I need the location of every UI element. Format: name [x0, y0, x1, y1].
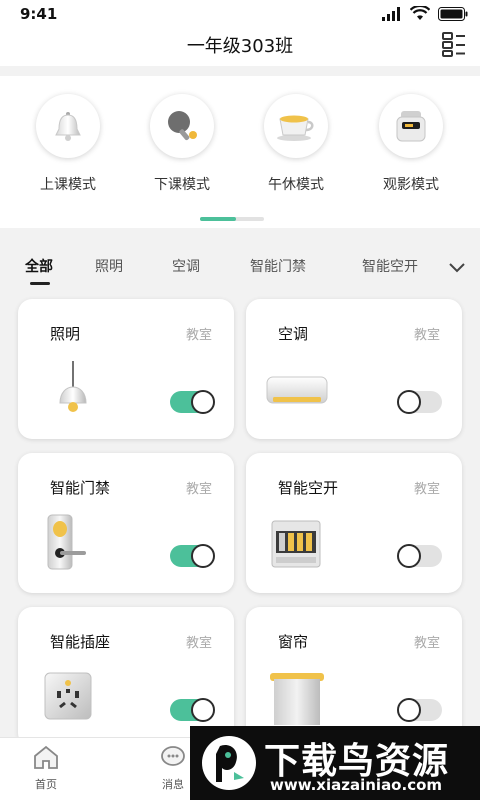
mode-nap[interactable]: 午休模式 [246, 94, 346, 194]
bird-logo-icon [202, 736, 256, 790]
device-room: 教室 [185, 328, 212, 343]
status-time: 9:41 [20, 5, 58, 23]
home-icon [34, 745, 58, 769]
device-card-access-control[interactable]: 智能门禁 教室 [18, 453, 234, 593]
signal-icon [382, 6, 400, 21]
bell-icon [55, 112, 81, 141]
wifi-icon [410, 6, 430, 20]
nav-label: 首页 [35, 778, 57, 791]
mode-label: 下课模式 [154, 177, 210, 193]
mode-label: 上课模式 [40, 177, 96, 193]
device-toggle[interactable] [170, 390, 215, 414]
watermark-url: www.xiazainiao.com [270, 776, 443, 794]
projector-icon [396, 111, 426, 142]
chevron-down-icon [449, 263, 465, 273]
device-name: 智能门禁 [50, 479, 111, 497]
mode-circle [150, 94, 214, 158]
message-icon [161, 746, 185, 766]
tab-lighting[interactable]: 照明 [95, 256, 123, 276]
page-indicator-active [200, 217, 236, 221]
circuit-breaker-icon [271, 520, 321, 568]
mode-circle [264, 94, 328, 158]
device-toggle[interactable] [397, 544, 442, 568]
device-card-air-conditioner[interactable]: 空调 教室 [246, 299, 462, 439]
mode-movie[interactable]: 观影模式 [361, 94, 461, 194]
nav-home[interactable]: 首页 [16, 744, 76, 792]
status-icons [382, 6, 468, 21]
device-toggle[interactable] [397, 390, 442, 414]
toggle-knob [397, 544, 421, 568]
device-room: 教室 [413, 328, 440, 343]
app-header: 一年级303班 [0, 28, 480, 66]
tabs-expand-button[interactable] [446, 258, 468, 276]
device-toggle[interactable] [170, 698, 215, 722]
tab-underline [30, 282, 50, 285]
category-tabs: 全部 照明 空调 智能门禁 智能空开 [0, 244, 480, 288]
page-indicator [200, 217, 264, 221]
device-card-lighting[interactable]: 照明 教室 [18, 299, 234, 439]
page-title: 一年级303班 [186, 36, 294, 57]
device-room: 教室 [185, 636, 212, 651]
mode-label: 午休模式 [268, 177, 324, 193]
tab-all[interactable]: 全部 [25, 256, 53, 276]
mode-panel: 上课模式 下课模式 午休模式 观影模式 [0, 76, 480, 228]
menu-button[interactable] [440, 30, 468, 58]
mode-circle [379, 94, 443, 158]
tab-air-conditioner[interactable]: 空调 [172, 256, 200, 276]
mode-class[interactable]: 上课模式 [18, 94, 118, 194]
device-name: 智能插座 [50, 633, 111, 651]
door-lock-icon [47, 514, 86, 570]
toggle-knob [397, 390, 421, 414]
mode-circle [36, 94, 100, 158]
list-menu-icon [442, 32, 465, 57]
pendant-lamp-icon [59, 361, 87, 412]
status-bar: 9:41 [0, 0, 480, 28]
tab-smart-breaker[interactable]: 智能空开 [362, 256, 418, 276]
curtain-icon [270, 673, 324, 725]
device-card-smart-breaker[interactable]: 智能空开 教室 [246, 453, 462, 593]
ping-pong-icon [168, 111, 197, 141]
mode-label: 观影模式 [383, 177, 439, 193]
power-socket-icon [44, 672, 92, 720]
device-name: 空调 [278, 325, 309, 343]
toggle-knob [191, 544, 215, 568]
mode-break[interactable]: 下课模式 [132, 94, 232, 194]
device-room: 教室 [413, 636, 440, 651]
tab-access-control[interactable]: 智能门禁 [250, 256, 306, 276]
toggle-knob [191, 390, 215, 414]
device-name: 智能空开 [278, 479, 339, 497]
coffee-cup-icon [277, 115, 314, 141]
watermark-banner: 下载鸟资源 www.xiazainiao.com [190, 726, 480, 800]
toggle-knob [191, 698, 215, 722]
device-room: 教室 [413, 482, 440, 497]
toggle-knob [397, 698, 421, 722]
device-toggle[interactable] [170, 544, 215, 568]
device-room: 教室 [185, 482, 212, 497]
air-conditioner-icon [266, 376, 328, 404]
device-name: 照明 [50, 325, 81, 343]
device-toggle[interactable] [397, 698, 442, 722]
device-name: 窗帘 [278, 633, 309, 651]
battery-icon [438, 6, 468, 21]
